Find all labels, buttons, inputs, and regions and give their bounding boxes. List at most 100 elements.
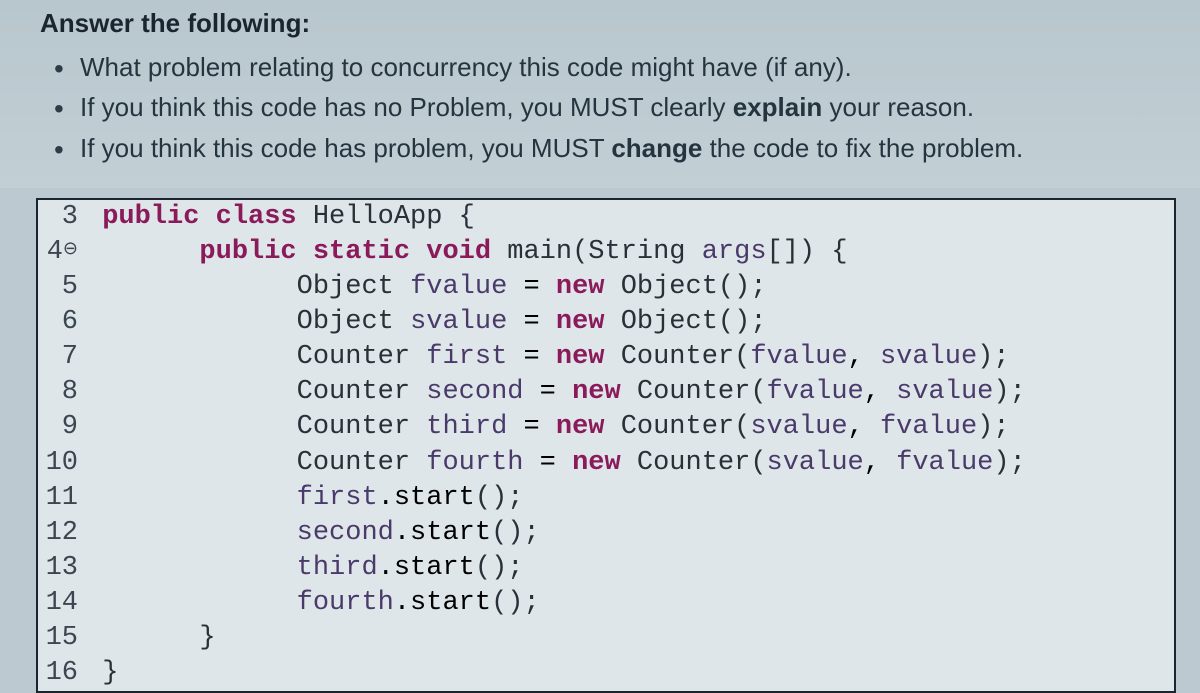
code-token: ) xyxy=(977,342,993,372)
bullet-item: If you think this code has no Problem, y… xyxy=(58,87,1160,127)
code-token: fourth xyxy=(426,448,523,478)
code-token: args xyxy=(702,237,767,267)
question-header: Answer the following: What problem relat… xyxy=(0,0,1200,188)
code-token: Object xyxy=(297,272,394,302)
line-number: 14 xyxy=(38,586,86,621)
line-number: 8 xyxy=(38,375,86,410)
code-token: = xyxy=(507,272,556,302)
code-token: ; xyxy=(1010,377,1026,407)
code-content: fourth.start(); xyxy=(86,586,1174,621)
code-token: ; xyxy=(523,518,539,548)
code-token: ( xyxy=(734,342,750,372)
code-token xyxy=(394,307,410,337)
code-token: ; xyxy=(750,272,766,302)
code-content: second.start(); xyxy=(86,516,1174,551)
code-token: Object xyxy=(297,307,394,337)
code-token xyxy=(605,307,621,337)
code-token: void xyxy=(426,237,491,267)
code-token: new xyxy=(572,448,621,478)
code-token: ( xyxy=(734,412,750,442)
line-number: 7 xyxy=(38,340,86,375)
code-token: third xyxy=(426,412,507,442)
code-token: () xyxy=(475,553,507,583)
code-token: svalue xyxy=(880,342,977,372)
code-token: .start xyxy=(378,483,475,513)
code-token: , xyxy=(848,412,880,442)
code-token: svalue xyxy=(767,448,864,478)
code-token xyxy=(621,448,637,478)
code-content: public static void main(String args[]) { xyxy=(86,235,1174,270)
line-number: 6 xyxy=(38,305,86,340)
line-number: 9 xyxy=(38,410,86,445)
code-token xyxy=(686,237,702,267)
code-block: 3 public class HelloApp {4⊖ public stati… xyxy=(36,198,1176,693)
code-token: Counter xyxy=(621,342,734,372)
code-token: Counter xyxy=(637,377,750,407)
code-token: svalue xyxy=(410,307,507,337)
code-token: = xyxy=(507,307,556,337)
code-token: ; xyxy=(523,588,539,618)
code-token: ( xyxy=(750,377,766,407)
code-content: Counter third = new Counter(svalue, fval… xyxy=(86,410,1174,445)
code-token: ; xyxy=(993,342,1009,372)
code-token: Counter xyxy=(297,342,410,372)
code-token xyxy=(605,342,621,372)
code-token xyxy=(297,237,313,267)
code-token: ; xyxy=(507,553,523,583)
code-content: Counter fourth = new Counter(svalue, fva… xyxy=(86,446,1174,481)
code-token: ; xyxy=(1010,448,1026,478)
bullet-text: If you think this code has problem, you … xyxy=(80,133,611,163)
code-content: } xyxy=(86,656,1174,691)
code-line: 16 } xyxy=(38,656,1174,691)
code-token: svalue xyxy=(750,412,847,442)
code-token: () xyxy=(718,307,750,337)
code-token xyxy=(605,272,621,302)
code-token: new xyxy=(556,272,605,302)
code-token: ) xyxy=(993,448,1009,478)
code-token xyxy=(410,377,426,407)
code-token: = xyxy=(507,342,556,372)
code-token: []) xyxy=(767,237,816,267)
code-line: 7 Counter first = new Counter(fvalue, sv… xyxy=(38,340,1174,375)
code-token xyxy=(410,237,426,267)
code-token: , xyxy=(864,377,896,407)
code-token: first xyxy=(297,483,378,513)
code-token: HelloApp xyxy=(313,202,443,232)
code-content: first.start(); xyxy=(86,481,1174,516)
code-token: () xyxy=(718,272,750,302)
code-token: Counter xyxy=(637,448,750,478)
code-token: third xyxy=(297,553,378,583)
code-line: 6 Object svalue = new Object(); xyxy=(38,305,1174,340)
code-token: () xyxy=(491,518,523,548)
line-number: 16 xyxy=(38,656,86,691)
code-line: 5 Object fvalue = new Object(); xyxy=(38,270,1174,305)
code-line: 12 second.start(); xyxy=(38,516,1174,551)
code-token: { xyxy=(459,202,475,232)
code-line: 10 Counter fourth = new Counter(svalue, … xyxy=(38,446,1174,481)
code-token xyxy=(199,202,215,232)
code-token xyxy=(394,272,410,302)
code-token xyxy=(815,237,831,267)
code-token: ( xyxy=(750,448,766,478)
code-token: String xyxy=(588,237,685,267)
code-line: 13 third.start(); xyxy=(38,551,1174,586)
code-token: public xyxy=(102,202,199,232)
fold-icon[interactable]: ⊖ xyxy=(63,240,78,260)
line-number: 4⊖ xyxy=(38,235,86,270)
code-line: 14 fourth.start(); xyxy=(38,586,1174,621)
code-token xyxy=(410,412,426,442)
code-token: ; xyxy=(750,307,766,337)
code-token xyxy=(297,202,313,232)
bullet-text: If you think this code has no Problem, y… xyxy=(80,92,733,122)
code-token xyxy=(442,202,458,232)
line-number: 13 xyxy=(38,551,86,586)
code-token: fvalue xyxy=(410,272,507,302)
code-token: fvalue xyxy=(750,342,847,372)
code-token: } xyxy=(102,658,118,688)
code-content: Counter first = new Counter(fvalue, sval… xyxy=(86,340,1174,375)
code-content: third.start(); xyxy=(86,551,1174,586)
code-token: first xyxy=(426,342,507,372)
bullet-item: What problem relating to concurrency thi… xyxy=(58,47,1160,87)
code-token: } xyxy=(199,623,215,653)
code-token: () xyxy=(475,483,507,513)
